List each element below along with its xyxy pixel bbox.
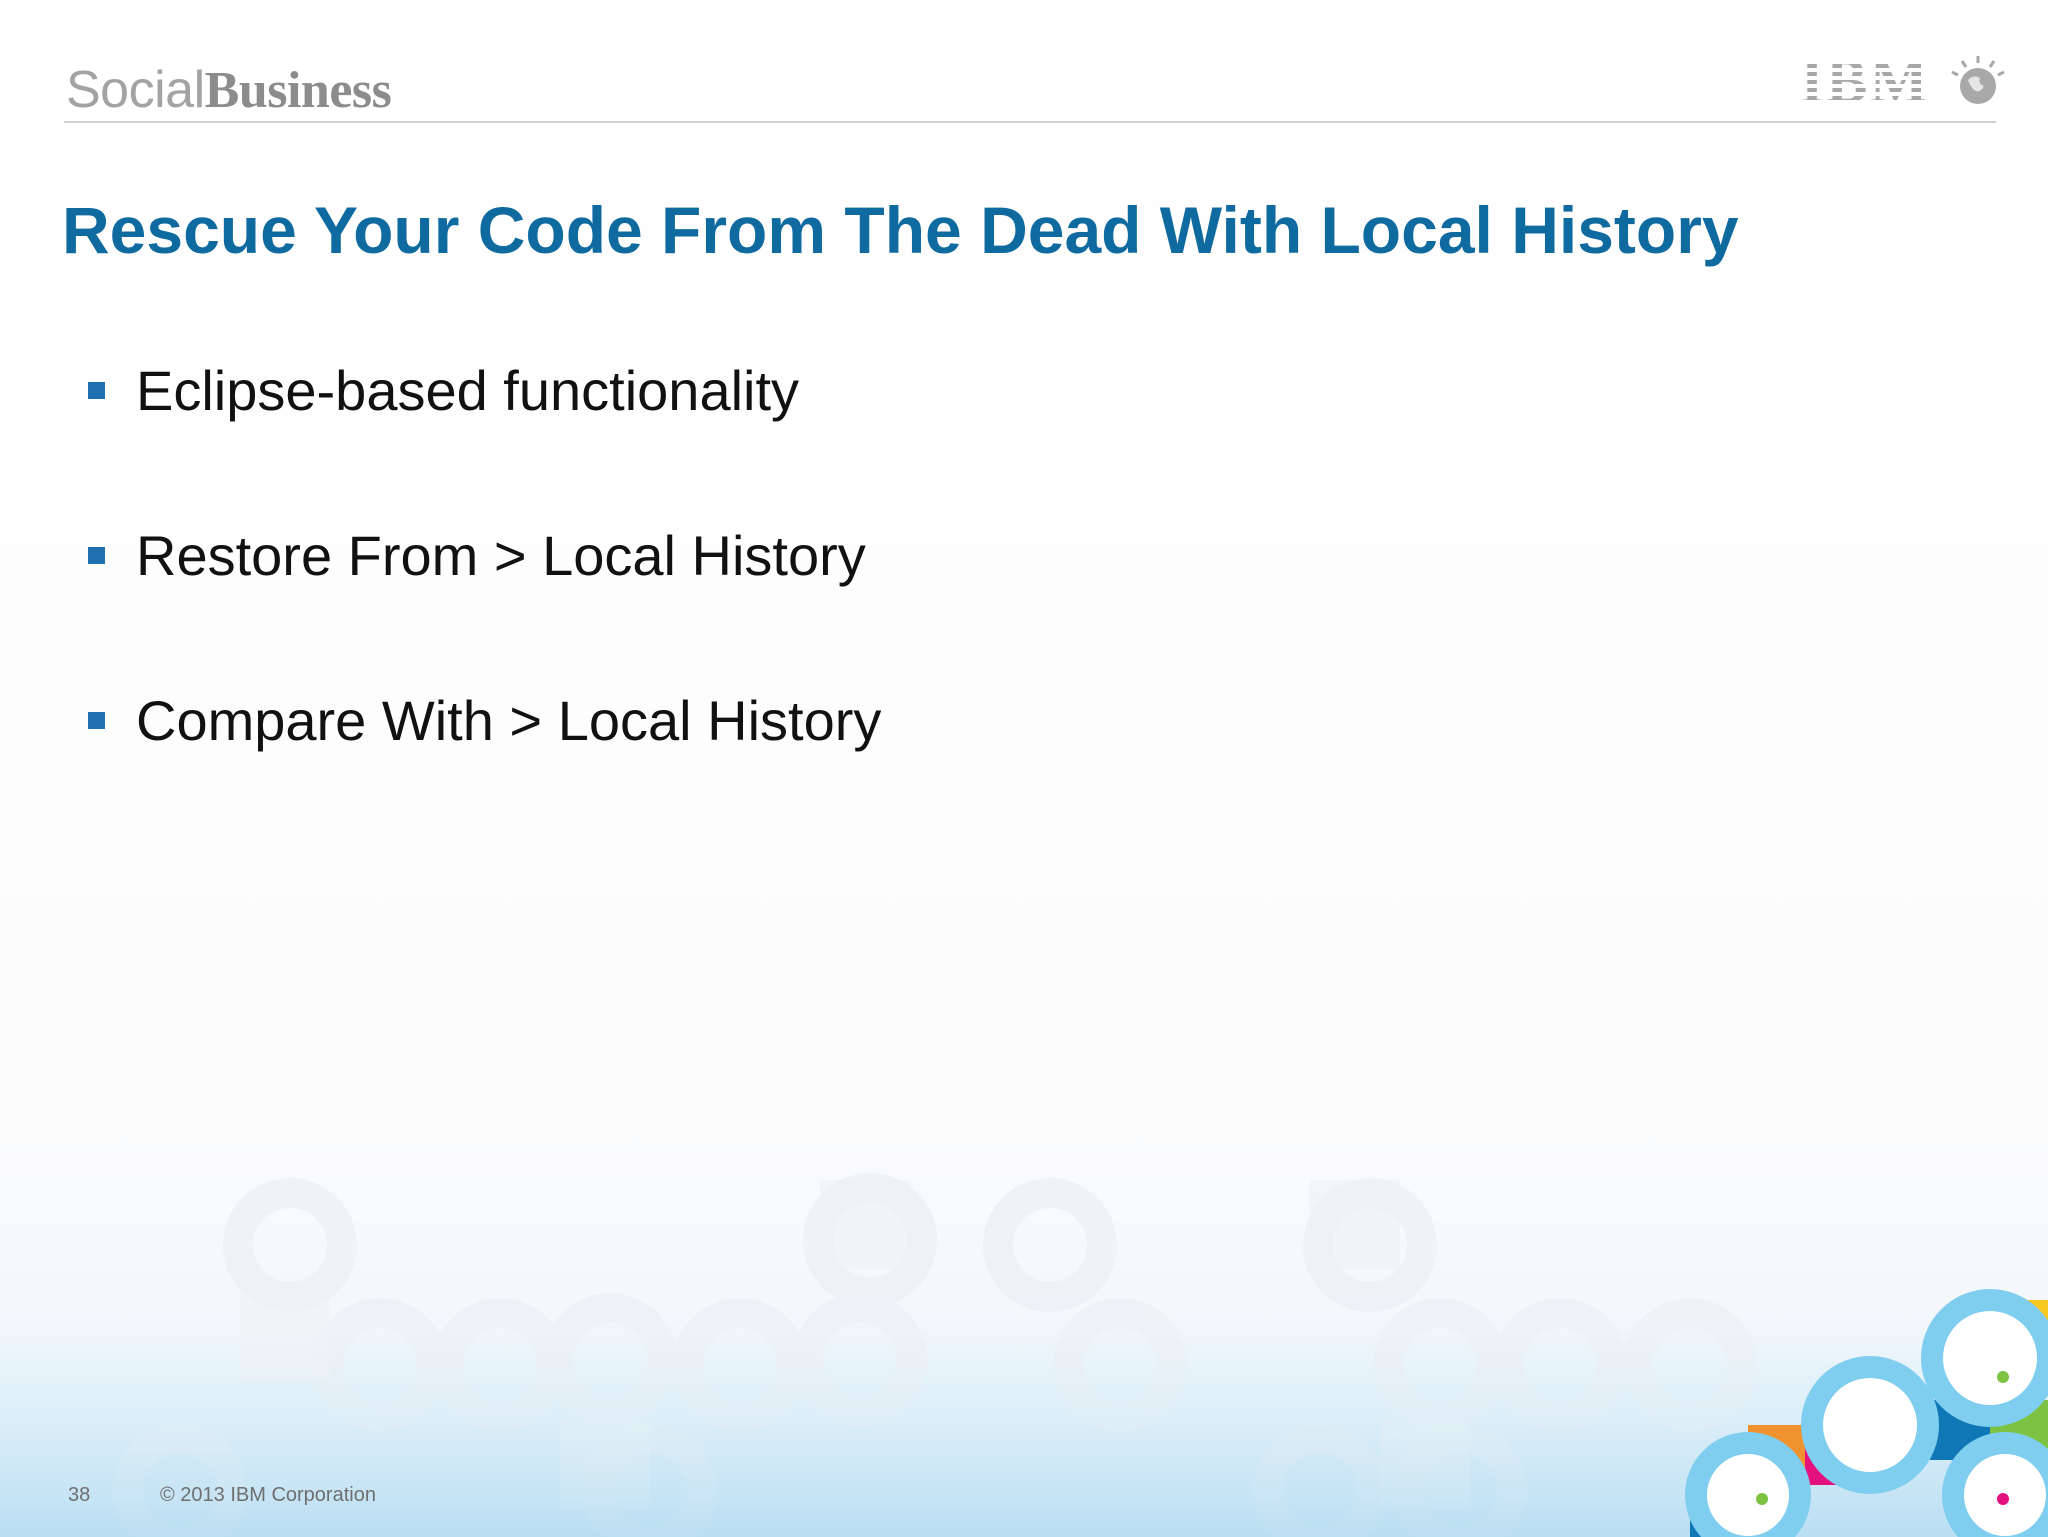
square-bullet-icon [88,547,105,564]
copyright-notice: © 2013 IBM Corporation [160,1484,376,1506]
smarter-planet-globe-icon [1951,56,2005,104]
brand-bold-text: Business [204,62,392,119]
bullet-item: Restore From > Local History [88,520,881,685]
bullet-list: Eclipse-based functionality Restore From… [88,355,881,850]
bullet-item: Compare With > Local History [88,685,881,850]
social-business-logo: SocialBusiness [66,60,392,121]
bullet-text: Restore From > Local History [136,524,866,587]
bullet-item: Eclipse-based functionality [88,355,881,520]
square-bullet-icon [88,712,105,729]
square-bullet-icon [88,382,105,399]
slide-title: Rescue Your Code From The Dead With Loca… [62,193,1739,267]
brand-light-text: Social [66,61,205,119]
slide: SocialBusiness IBM Rescue Your Code F [0,0,2048,1537]
header-divider [64,121,1996,123]
ibm-logo-icon: IBM [1800,56,2005,104]
bullet-text: Eclipse-based functionality [136,359,800,422]
page-number: 38 [68,1484,91,1506]
bullet-text: Compare With > Local History [136,689,882,752]
